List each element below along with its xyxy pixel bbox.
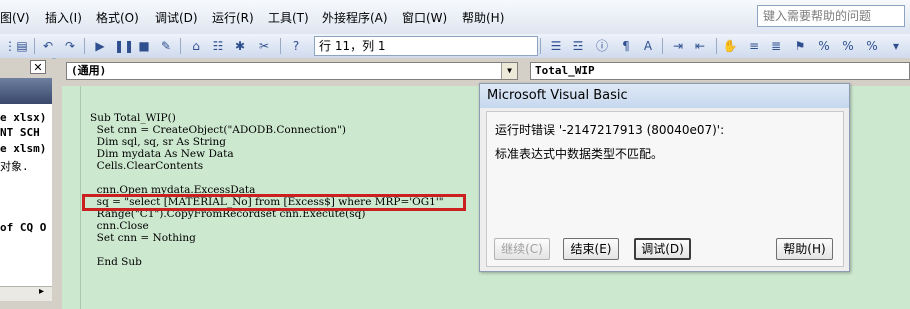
breakpoint-icon[interactable]: ✋ xyxy=(722,38,738,54)
continue-button[interactable]: 继续(C) xyxy=(494,238,550,260)
list-item[interactable]: 对象. xyxy=(0,158,52,174)
chevron-down-icon[interactable]: ▼ xyxy=(501,63,517,79)
design-mode-icon[interactable]: ✎ xyxy=(158,38,174,54)
menu-tools[interactable]: 工具(T) xyxy=(268,9,309,26)
outdent-icon[interactable]: ▤ xyxy=(14,38,30,54)
end-button[interactable]: 结束(E) xyxy=(563,238,619,260)
help-button[interactable]: 帮助(H) xyxy=(776,238,833,260)
close-icon[interactable]: ✕ xyxy=(30,60,46,74)
object-dropdown-value: (通用) xyxy=(71,64,107,77)
toolbar-separator xyxy=(280,38,281,54)
toggle-bookmark-icon[interactable]: ⚑ xyxy=(792,38,808,54)
clear-bookmarks-icon[interactable]: % xyxy=(864,38,880,54)
menu-run[interactable]: 运行(R) xyxy=(212,9,254,26)
code-line[interactable]: Cells.ClearContents xyxy=(90,160,204,172)
list-constants-icon[interactable]: ☲ xyxy=(570,38,586,54)
debug-button[interactable]: 调试(D) xyxy=(634,238,691,260)
uncomment-block-icon[interactable]: ≣ xyxy=(768,38,784,54)
code-margin[interactable] xyxy=(62,86,81,309)
list-item[interactable]: NT SCH xyxy=(0,126,52,139)
stop-icon[interactable]: ■ xyxy=(136,38,152,54)
toolbar-separator xyxy=(716,38,717,54)
outdent-block-icon[interactable]: ⇤ xyxy=(692,38,708,54)
horizontal-scrollbar[interactable]: ▸ xyxy=(0,286,52,301)
procedure-dropdown[interactable]: Total_WIP xyxy=(530,62,910,80)
code-line[interactable]: Set cnn = CreateObject("ADODB.Connection… xyxy=(90,124,346,136)
code-line[interactable]: Set cnn = Nothing xyxy=(90,232,196,244)
error-code-text: 运行时错误 '-2147217913 (80040e07)': xyxy=(495,123,725,137)
list-item[interactable]: e xlsx) xyxy=(0,111,52,124)
pane-header xyxy=(0,78,52,104)
code-line[interactable]: End Sub xyxy=(90,256,142,268)
toolbar-separator xyxy=(540,38,541,54)
comment-block-icon[interactable]: ≡ xyxy=(746,38,762,54)
error-highlight-box xyxy=(82,194,466,211)
project-explorer-icon[interactable]: ⌂ xyxy=(188,38,204,54)
quick-info-icon[interactable]: ⓘ xyxy=(594,38,610,54)
menu-addins[interactable]: 外接程序(A) xyxy=(322,9,388,26)
previous-bookmark-icon[interactable]: % xyxy=(840,38,856,54)
scroll-right-icon[interactable]: ▸ xyxy=(39,286,44,297)
list-properties-icon[interactable]: ☰ xyxy=(548,38,564,54)
menu-insert[interactable]: 插入(I) xyxy=(45,9,82,26)
toolbar-separator xyxy=(34,38,35,54)
menu-window[interactable]: 窗口(W) xyxy=(402,9,447,26)
indent-icon[interactable]: ⇥ xyxy=(670,38,686,54)
redo-icon[interactable]: ↷ xyxy=(62,38,78,54)
menu-view[interactable]: 图(V) xyxy=(0,9,30,26)
list-item[interactable]: e xlsm) xyxy=(0,142,52,155)
complete-word-icon[interactable]: A xyxy=(640,38,656,54)
error-message-text: 标准表达式中数据类型不匹配。 xyxy=(495,147,664,161)
pause-icon[interactable]: ❚❚ xyxy=(114,38,134,54)
undo-icon[interactable]: ↶ xyxy=(40,38,56,54)
object-browser-icon[interactable]: ✱ xyxy=(232,38,248,54)
list-item[interactable]: of CQ O xyxy=(0,221,52,234)
menu-help[interactable]: 帮助(H) xyxy=(462,9,504,26)
menu-debug[interactable]: 调试(D) xyxy=(155,9,198,26)
help-icon[interactable]: ? xyxy=(288,38,304,54)
menu-format[interactable]: 格式(O) xyxy=(96,9,139,26)
toolbar-options-icon[interactable]: ▾ xyxy=(888,38,904,54)
code-line[interactable]: Dim sql, sq, sr As String xyxy=(90,136,226,148)
code-line[interactable]: Sub Total_WIP() xyxy=(90,112,176,124)
next-bookmark-icon[interactable]: % xyxy=(816,38,832,54)
cursor-position-field: 行 11，列 1 xyxy=(314,36,538,56)
toolbar-separator xyxy=(84,38,85,54)
toolbox-icon[interactable]: ✂ xyxy=(256,38,272,54)
toolbar-separator xyxy=(662,38,663,54)
code-line[interactable]: cnn.Close xyxy=(90,220,149,232)
procedure-dropdown-value: Total_WIP xyxy=(535,64,595,77)
object-dropdown[interactable]: (通用) ▼ xyxy=(66,62,518,80)
toolbar-separator xyxy=(180,38,181,54)
run-icon[interactable]: ▶ xyxy=(92,38,108,54)
project-tree[interactable]: e xlsx) NT SCH e xlsm) 对象. of CQ O xyxy=(0,104,52,286)
help-search-input[interactable]: 键入需要帮助的问题 xyxy=(757,5,905,27)
dialog-title[interactable]: Microsoft Visual Basic xyxy=(480,84,849,108)
parameter-info-icon[interactable]: ¶ xyxy=(618,38,634,54)
code-line[interactable]: Dim mydata As New Data xyxy=(90,148,234,160)
properties-icon[interactable]: ☷ xyxy=(210,38,226,54)
